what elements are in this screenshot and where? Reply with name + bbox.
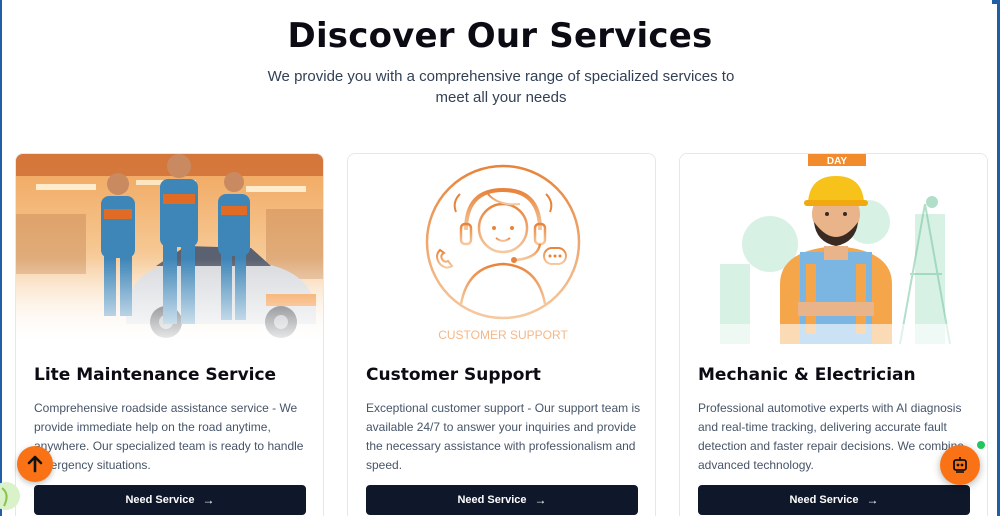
image-caption: CUSTOMER SUPPORT xyxy=(438,328,568,342)
chat-assistant-button[interactable] xyxy=(940,445,980,485)
need-service-button[interactable]: Need Service → xyxy=(366,485,638,515)
section-subtitle: We provide you with a comprehensive rang… xyxy=(267,68,735,106)
robot-icon xyxy=(953,457,967,473)
card-description: Professional automotive experts with AI … xyxy=(698,401,964,472)
mechanic-image: DAY xyxy=(680,154,987,344)
online-status-dot xyxy=(977,441,985,449)
card-title: Customer Support xyxy=(366,365,541,385)
arrow-right-icon: → xyxy=(534,493,547,507)
card-title: Lite Maintenance Service xyxy=(34,365,277,385)
button-label: Need Service xyxy=(457,494,527,506)
scroll-to-top-button[interactable] xyxy=(17,446,53,482)
customer-support-image: CUSTOMER SUPPORT xyxy=(348,154,655,344)
arrow-right-icon: → xyxy=(866,493,879,507)
card-title: Mechanic & Electrician xyxy=(698,365,916,385)
card-description: Exceptional customer support - Our suppo… xyxy=(366,401,641,472)
need-service-button[interactable]: Need Service → xyxy=(34,485,306,515)
section-title: Discover Our Services xyxy=(287,16,713,56)
image-banner: DAY xyxy=(827,156,848,167)
button-label: Need Service xyxy=(789,494,859,506)
window-frame-left xyxy=(0,0,2,516)
service-card-lite-maintenance: Lite Maintenance Service Comprehensive r… xyxy=(15,153,324,516)
card-description: Comprehensive roadside assistance servic… xyxy=(34,401,304,472)
arrow-right-icon: → xyxy=(202,493,215,507)
need-service-button[interactable]: Need Service → xyxy=(698,485,970,515)
window-frame-corner xyxy=(992,0,1000,4)
service-card-customer-support: CUSTOMER SUPPORT Customer Support Except… xyxy=(347,153,656,516)
app-logo-icon xyxy=(0,470,22,516)
button-label: Need Service xyxy=(125,494,195,506)
arrow-up-icon xyxy=(27,455,43,473)
mechanics-team-image xyxy=(16,154,323,344)
